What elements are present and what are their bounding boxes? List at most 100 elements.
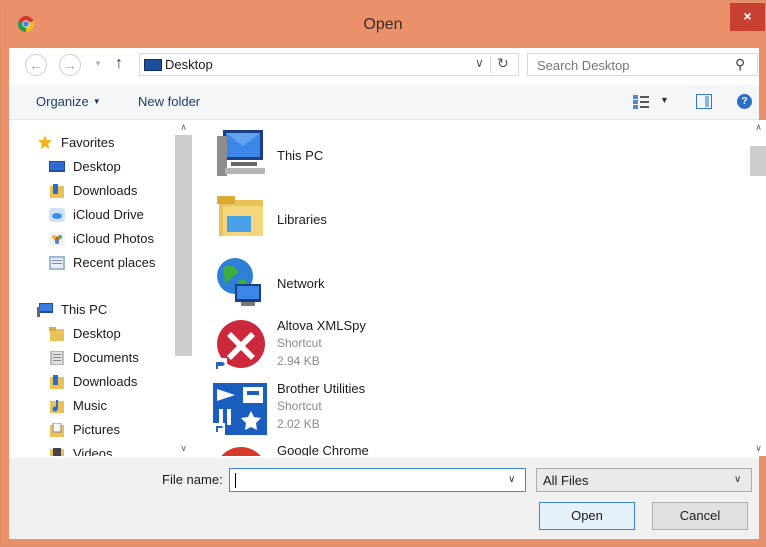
star-icon	[38, 135, 52, 149]
sidebar-group-label: This PC	[61, 302, 108, 317]
scroll-down-icon[interactable]: ∨	[175, 441, 192, 456]
window-title: Open	[363, 16, 403, 33]
arrow-left-icon: ←	[29, 57, 43, 73]
desktop-icon	[144, 59, 162, 71]
sidebar-item-label: iCloud Photos	[73, 231, 154, 246]
brother-utilities-icon	[213, 383, 267, 435]
open-button[interactable]: Open	[539, 502, 635, 530]
organize-menu[interactable]: Organize ▼	[36, 94, 101, 109]
sidebar-item-music[interactable]: Music	[9, 395, 179, 417]
up-button[interactable]: ↑	[115, 55, 123, 73]
documents-icon	[50, 351, 64, 365]
scroll-down-icon[interactable]: ∨	[750, 441, 766, 456]
file-name-input[interactable]	[230, 469, 507, 493]
file-type-select[interactable]: All Files ∨	[536, 468, 752, 492]
scrollbar-thumb[interactable]	[175, 135, 192, 356]
sidebar-item-label: Music	[73, 398, 107, 413]
command-bar: Organize ▼ New folder ▼ ?	[9, 85, 759, 120]
sidebar-item-desktop[interactable]: Desktop	[9, 156, 179, 178]
sidebar-item-icloud-photos[interactable]: iCloud Photos	[9, 228, 179, 250]
file-name-label: File name:	[162, 472, 223, 487]
list-item-network[interactable]: Network	[213, 254, 613, 314]
navigation-bar: ← → ▼ ↑ Desktop ∨ ↻ ⚲	[9, 48, 759, 84]
sidebar-item-label: Recent places	[73, 255, 156, 270]
sidebar-item-pictures[interactable]: Pictures	[9, 419, 179, 441]
file-name: Libraries	[277, 212, 327, 227]
scroll-up-icon[interactable]: ∧	[175, 120, 192, 135]
desktop-folder-icon	[49, 327, 64, 341]
sidebar-group-this-pc[interactable]: This PC	[9, 299, 179, 321]
downloads-icon	[50, 184, 64, 198]
sidebar-item-label: iCloud Drive	[73, 207, 144, 222]
address-dropdown-icon[interactable]: ∨	[475, 56, 484, 70]
computer-icon	[217, 130, 265, 176]
desktop-icon	[49, 161, 65, 172]
sidebar-item-label: Desktop	[73, 326, 121, 341]
file-name: Network	[277, 276, 325, 291]
file-list: This PC Libraries Network Altova XMLSpy …	[195, 120, 750, 456]
close-button[interactable]: ×	[730, 3, 765, 31]
file-name: This PC	[277, 148, 324, 163]
search-input[interactable]	[528, 54, 739, 77]
icloud-photos-icon	[49, 232, 65, 246]
file-name: Altova XMLSpy	[277, 318, 366, 333]
sidebar-item-desktop-pc[interactable]: Desktop	[9, 323, 179, 345]
dialog-client: ← → ▼ ↑ Desktop ∨ ↻ ⚲ Organize▼ New fold…	[9, 48, 766, 539]
back-button[interactable]: ←	[25, 54, 47, 76]
file-name-combobox[interactable]: ∨	[229, 468, 526, 493]
sidebar-item-label: Desktop	[73, 159, 121, 174]
navigation-scrollbar[interactable]: ∧ ∨	[175, 120, 192, 456]
file-list-scrollbar[interactable]: ∧ ∨	[750, 120, 766, 456]
title-bar: Open ×	[1, 1, 765, 48]
search-box[interactable]: ⚲	[527, 53, 758, 77]
sidebar-item-recent-places[interactable]: Recent places	[9, 252, 179, 274]
refresh-icon[interactable]: ↻	[497, 55, 509, 72]
organize-label: Organize	[36, 94, 89, 109]
file-size: 2.02 KB	[277, 417, 320, 431]
recent-places-icon	[49, 256, 65, 270]
chevron-down-icon: ∨	[734, 474, 742, 485]
list-item-libraries[interactable]: Libraries	[213, 190, 613, 250]
file-name: Google Chrome	[277, 443, 369, 456]
chevron-down-icon[interactable]: ∨	[508, 474, 515, 485]
icloud-drive-icon	[49, 208, 65, 222]
dialog-footer: File name: ∨ All Files ∨ Open Cancel	[9, 458, 759, 539]
file-size: 2.94 KB	[277, 354, 320, 368]
sidebar-group-label: Favorites	[61, 135, 115, 150]
cancel-button[interactable]: Cancel	[652, 502, 748, 530]
file-type: Shortcut	[277, 399, 322, 413]
list-item-brother-utilities[interactable]: Brother Utilities Shortcut 2.02 KB	[213, 381, 613, 441]
open-dialog: Open × ← → ▼ ↑ Desktop ∨ ↻ ⚲ Organize▼ N…	[0, 0, 766, 547]
pictures-icon	[50, 423, 64, 437]
sidebar-group-favorites[interactable]: Favorites	[9, 132, 179, 154]
list-item-google-chrome[interactable]: Google Chrome	[213, 443, 613, 456]
sidebar-item-label: Downloads	[73, 374, 138, 389]
music-icon	[50, 400, 64, 413]
help-icon[interactable]: ?	[737, 94, 752, 109]
list-item-this-pc[interactable]: This PC	[213, 126, 613, 186]
list-item-altova-xmlspy[interactable]: Altova XMLSpy Shortcut 2.94 KB	[213, 318, 613, 378]
forward-button[interactable]: →	[59, 54, 81, 76]
change-view-icon[interactable]	[633, 95, 649, 109]
sidebar-item-downloads[interactable]: Downloads	[9, 180, 179, 202]
preview-pane-icon[interactable]	[696, 94, 712, 109]
libraries-icon	[217, 196, 263, 236]
computer-icon	[37, 303, 53, 317]
sidebar-item-documents[interactable]: Documents	[9, 347, 179, 369]
sidebar-item-icloud-drive[interactable]: iCloud Drive	[9, 204, 179, 226]
sidebar-item-label: Documents	[73, 350, 139, 365]
sidebar-item-label: Downloads	[73, 183, 138, 198]
search-icon[interactable]: ⚲	[735, 56, 745, 73]
recent-locations-dropdown[interactable]: ▼	[94, 59, 102, 68]
scroll-up-icon[interactable]: ∧	[750, 120, 766, 135]
videos-icon	[50, 448, 64, 456]
sidebar-item-videos[interactable]: Videos	[9, 443, 179, 456]
arrow-right-icon: →	[63, 57, 77, 73]
chevron-down-icon: ▼	[92, 97, 101, 106]
scrollbar-thumb[interactable]	[750, 146, 766, 176]
text-cursor	[235, 473, 236, 488]
view-options-chevron-icon[interactable]: ▼	[660, 95, 669, 105]
sidebar-item-downloads-pc[interactable]: Downloads	[9, 371, 179, 393]
new-folder-button[interactable]: New folder	[138, 94, 200, 109]
address-bar[interactable]: Desktop ∨ ↻	[139, 53, 519, 76]
